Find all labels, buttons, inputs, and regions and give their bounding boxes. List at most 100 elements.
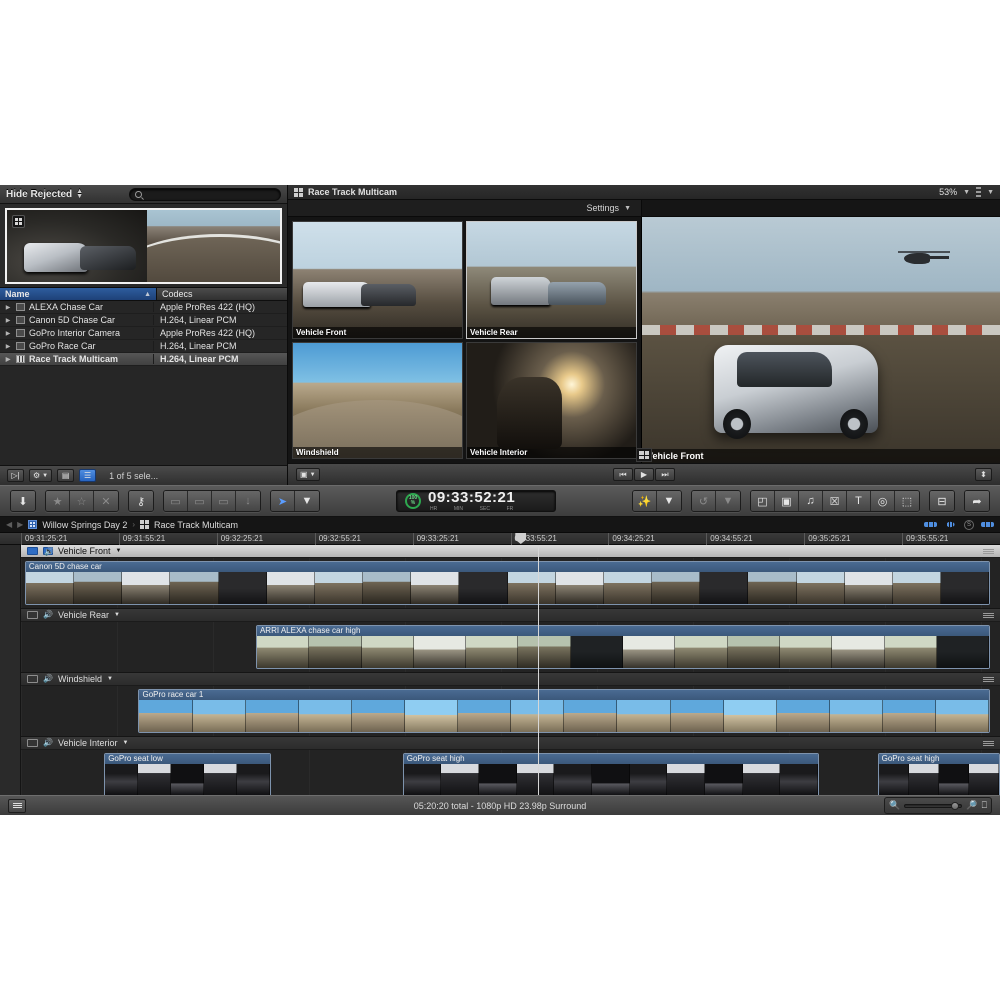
forward-arrow-icon[interactable]: ▶ [17,520,23,529]
append-clip-icon[interactable]: ▭ [212,491,236,511]
generators-icon[interactable]: ◎ [871,491,895,511]
timecode-value[interactable]: 09:33:52:21 [428,490,515,505]
angle-cell[interactable]: Vehicle Rear [466,221,637,339]
column-header-name[interactable]: Name ▲ [0,288,157,300]
clip-list[interactable]: ▶ ALEXA Chase Car Apple ProRes 422 (HQ) ▶ Ca… [0,301,287,465]
video-enable-icon[interactable] [27,675,38,683]
audio-enable-icon[interactable]: 🔊 [43,611,53,619]
disclosure-triangle-icon[interactable]: ▶ [0,330,16,337]
inspector-icon[interactable]: ⊟ [930,491,954,511]
fit-to-window-icon[interactable]: ⎕ [982,800,987,811]
search-field[interactable] [144,189,275,199]
solo-icon[interactable]: S [964,519,974,530]
zoom-level[interactable]: 53% [939,187,957,197]
playhead[interactable] [537,545,539,795]
filmstrip-view-button[interactable]: ▤ [57,469,75,482]
audio-enable-icon[interactable]: 🔊 [43,739,53,747]
track-header[interactable]: 🔊 Vehicle Rear ▼ [21,609,1000,622]
audio-enable-icon[interactable]: 🔊 [43,547,54,556]
search-input[interactable] [129,187,281,201]
zoom-slider[interactable] [904,801,963,810]
zoom-slider-knob[interactable] [951,801,960,810]
hide-rejected-filter[interactable]: Hide Rejected ▲ ▼ [6,188,83,200]
themes-icon[interactable]: ⬚ [895,491,919,511]
column-header-codecs[interactable]: Codecs [157,288,287,300]
titles-icon[interactable]: T [847,491,871,511]
clip-row[interactable]: ▶ ALEXA Chase Car Apple ProRes 422 (HQ) [0,301,287,314]
track-lane[interactable]: Canon 5D chase car [21,558,1000,608]
disclosure-triangle-icon[interactable]: ▶ [0,343,16,350]
select-tool-icon[interactable]: ➤ [271,491,295,511]
go-to-start-button[interactable]: ⏮ [613,468,633,481]
connect-clip-icon[interactable]: ▭ [164,491,188,511]
timecode-display[interactable]: 100 % 09:33:52:21 HR MIN SEC FR [396,490,556,512]
import-button[interactable]: ▷| [7,469,24,482]
track-lane[interactable]: GoPro seat low GoPro seat high GoPro seat … [21,750,1000,795]
share-icon[interactable]: ➦ [965,491,989,511]
view-menu-icon[interactable] [976,187,982,197]
angle-grid-icon[interactable] [636,448,652,462]
retime-chevron-icon[interactable]: ▼ [716,491,740,511]
favorite-icon[interactable]: ★ [46,491,70,511]
zoom-out-icon[interactable]: 🔍 [889,800,900,811]
track-header[interactable]: 🔊 Vehicle Interior ▼ [21,737,1000,750]
main-viewer[interactable]: Vehicle Front [642,217,1000,463]
track-menu-icon[interactable] [983,676,994,682]
unrate-icon[interactable]: ☆ [70,491,94,511]
track-chevron-down-icon[interactable]: ▼ [114,612,120,618]
timeline-clip[interactable]: GoPro race car 1 [138,689,991,733]
video-enable-icon[interactable] [27,739,38,747]
settings-label[interactable]: Settings [587,203,620,213]
disclosure-triangle-icon[interactable]: ▶ [0,317,16,324]
fullscreen-button[interactable]: ⬍ [975,468,992,481]
list-view-button[interactable]: ☰ [79,469,97,482]
disclosure-triangle-icon[interactable]: ▶ [0,356,16,363]
audio-waveform-icon[interactable] [944,520,957,529]
overwrite-clip-icon[interactable]: ↓ [236,491,260,511]
track-chevron-down-icon[interactable]: ▼ [116,548,122,554]
zoom-in-icon[interactable]: 🔎 [966,800,977,811]
keyword-icon[interactable]: ⚷ [129,491,153,511]
breadcrumb-project[interactable]: Race Track Multicam [154,520,238,530]
reject-icon[interactable]: ✕ [94,491,118,511]
video-effects-icon[interactable]: ◰ [751,491,775,511]
disclosure-triangle-icon[interactable]: ▶ [0,304,16,311]
transitions-icon[interactable]: ☒ [823,491,847,511]
go-to-end-button[interactable]: ⏭ [655,468,675,481]
video-enable-icon[interactable] [27,611,38,619]
track-menu-icon[interactable] [983,548,994,554]
timeline-clip[interactable]: Canon 5D chase car [24,561,991,605]
clip-row[interactable]: ▶ Canon 5D Chase Car H.264, Linear PCM [0,314,287,327]
insert-clip-icon[interactable]: ▭ [188,491,212,511]
track-menu-icon[interactable] [983,612,994,618]
track-chevron-down-icon[interactable]: ▼ [107,676,113,682]
track-header[interactable]: 🔊 Windshield ▼ [21,673,1000,686]
retime-icon[interactable]: ↺ [692,491,716,511]
clip-row[interactable]: ▶ Race Track Multicam H.264, Linear PCM [0,353,287,366]
timeline-ruler[interactable]: 09:31:25:21 09:31:55:21 09:32:25:21 09:32:5… [0,533,1000,545]
view-chevron-down-icon[interactable]: ▼ [987,189,994,196]
clip-row[interactable]: ▶ GoPro Interior Camera Apple ProRes 422 (… [0,327,287,340]
angle-grid[interactable]: Vehicle Front Vehicle Rear Windshield Vehic… [288,217,642,463]
track-menu-icon[interactable] [983,740,994,746]
play-button[interactable]: ▶ [634,468,654,481]
timeline-clip[interactable]: GoPro seat high [877,753,1000,795]
enhancements-chevron-icon[interactable]: ▼ [657,491,681,511]
track-chevron-down-icon[interactable]: ▼ [123,740,129,746]
angle-cell[interactable]: Vehicle Front [292,221,463,339]
track-header[interactable]: 🔊 Vehicle Front ▼ [21,545,1000,558]
clip-appearance-icon[interactable] [981,522,994,527]
timeline-tracks[interactable]: 🔊 Vehicle Front ▼ Canon 5D chase car 🔊 Vehicl… [0,545,1000,795]
breadcrumb-event[interactable]: Willow Springs Day 2 [42,520,127,530]
photos-audio-icon[interactable]: ▣ [775,491,799,511]
angle-cell[interactable]: Windshield [292,341,463,459]
music-icon[interactable]: ♫ [799,491,823,511]
audio-enable-icon[interactable]: 🔊 [43,675,53,683]
filmstrip-preview[interactable] [5,208,282,284]
video-role-icon[interactable] [924,522,937,527]
enhancements-icon[interactable]: ✨ [633,491,657,511]
action-menu-button[interactable]: ⚙ ▼ [29,469,53,482]
import-media-icon[interactable]: ⬇ [11,491,35,511]
timeline-clip[interactable]: GoPro seat low [104,753,271,795]
timeline-clip[interactable]: GoPro seat high [402,753,819,795]
